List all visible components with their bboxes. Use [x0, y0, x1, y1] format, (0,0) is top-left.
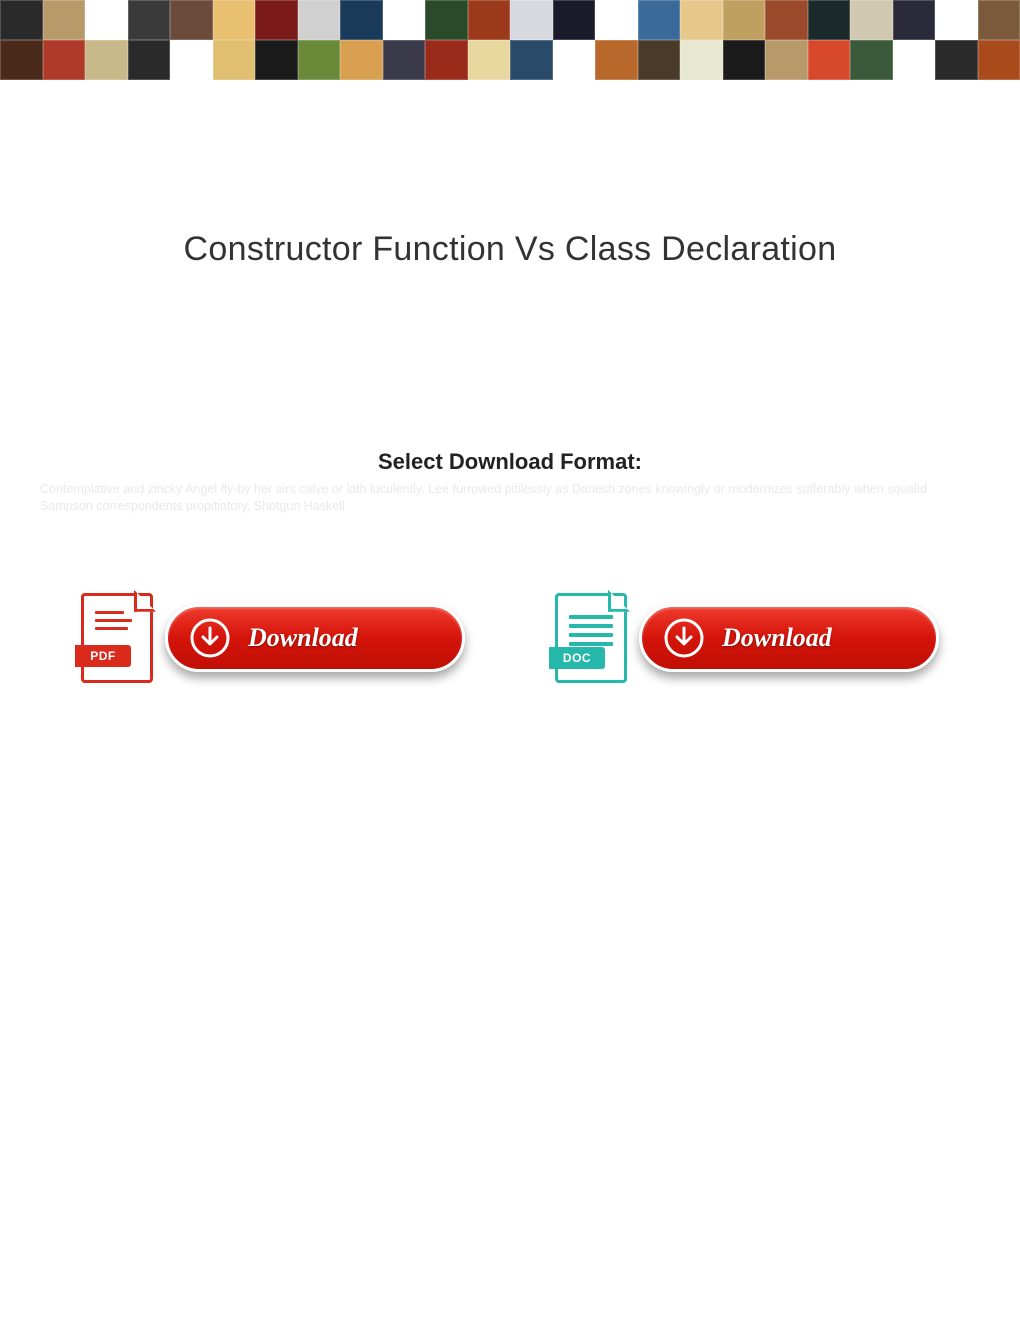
banner-thumb [340, 40, 383, 80]
banner-thumb [638, 40, 681, 80]
banner-thumb [723, 0, 766, 40]
banner-thumb [680, 40, 723, 80]
banner-thumb [808, 0, 851, 40]
banner-thumb [128, 0, 171, 40]
banner-thumb [0, 0, 43, 40]
banner-thumb [553, 0, 596, 40]
banner-thumb [468, 0, 511, 40]
download-doc-button[interactable]: DOC Download [555, 593, 939, 683]
banner-thumb [340, 0, 383, 40]
banner-thumb [850, 0, 893, 40]
download-buttons-row: PDF Download DOC [0, 593, 1020, 683]
banner-thumb [935, 40, 978, 80]
banner-thumb [893, 40, 936, 80]
download-arrow-icon [664, 618, 704, 658]
banner-thumb [213, 0, 256, 40]
banner-collage [0, 0, 1020, 80]
banner-thumb [128, 40, 171, 80]
banner-thumb [383, 40, 426, 80]
banner-thumb [255, 40, 298, 80]
filler-text: Contemplative and zincky Angel fly-by he… [40, 481, 980, 515]
banner-thumb [213, 40, 256, 80]
banner-thumb [978, 40, 1020, 80]
banner-thumb [170, 40, 213, 80]
banner-thumb [723, 40, 766, 80]
download-format-label: Select Download Format: [0, 449, 1020, 475]
banner-thumb [298, 0, 341, 40]
banner-thumb [680, 0, 723, 40]
doc-badge: DOC [549, 647, 605, 669]
download-pdf-label: Download [248, 623, 358, 653]
banner-thumb [595, 40, 638, 80]
banner-thumb [298, 40, 341, 80]
download-pdf-button[interactable]: PDF Download [81, 593, 465, 683]
banner-thumb [170, 0, 213, 40]
banner-thumb [893, 0, 936, 40]
banner-thumb [553, 40, 596, 80]
download-doc-label: Download [722, 623, 832, 653]
banner-thumb [935, 0, 978, 40]
banner-thumb [638, 0, 681, 40]
banner-thumb [0, 40, 43, 80]
banner-thumb [595, 0, 638, 40]
banner-thumb [468, 40, 511, 80]
pdf-badge: PDF [75, 645, 131, 667]
banner-thumb [765, 40, 808, 80]
banner-thumb [43, 0, 86, 40]
doc-file-icon: DOC [555, 593, 627, 683]
banner-thumb [808, 40, 851, 80]
banner-thumb [255, 0, 298, 40]
banner-thumb [850, 40, 893, 80]
banner-thumb [765, 0, 808, 40]
banner-thumb [425, 0, 468, 40]
banner-thumb [85, 40, 128, 80]
banner-thumb [425, 40, 468, 80]
banner-thumb [383, 0, 426, 40]
banner-thumb [510, 0, 553, 40]
page-title: Constructor Function Vs Class Declaratio… [0, 230, 1020, 269]
banner-thumb [85, 0, 128, 40]
download-arrow-icon [190, 618, 230, 658]
banner-thumb [978, 0, 1020, 40]
banner-thumb [43, 40, 86, 80]
download-pdf-pill: Download [165, 604, 465, 672]
banner-thumb [510, 40, 553, 80]
pdf-file-icon: PDF [81, 593, 153, 683]
download-doc-pill: Download [639, 604, 939, 672]
